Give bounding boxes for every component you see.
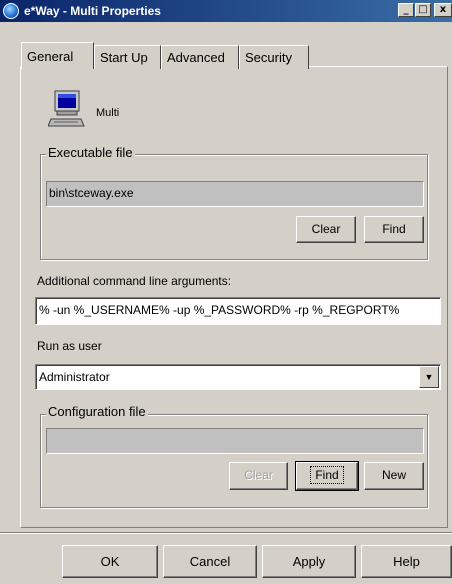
maximize-button[interactable]: □: [415, 3, 431, 17]
footer-divider: [0, 532, 452, 534]
window-title: e*Way - Multi Properties: [24, 4, 161, 18]
ok-button[interactable]: OK: [62, 545, 158, 578]
config-clear-button[interactable]: Clear: [229, 462, 288, 490]
configuration-file-field[interactable]: [46, 428, 424, 454]
title-bar: e*Way - Multi Properties _ □ x: [0, 0, 452, 22]
args-input[interactable]: % -un %_USERNAME% -up %_PASSWORD% -rp %_…: [35, 297, 441, 325]
chevron-down-icon[interactable]: ▼: [419, 366, 439, 388]
tab-start-up-label: Start Up: [100, 50, 148, 65]
config-find-button[interactable]: Find: [295, 461, 359, 491]
help-button[interactable]: Help: [361, 545, 452, 578]
executable-file-title: Executable file: [46, 145, 135, 160]
tab-start-up[interactable]: Start Up: [94, 45, 161, 69]
globe-icon: [3, 3, 19, 19]
cancel-button[interactable]: Cancel: [163, 545, 257, 578]
config-find-label: Find: [310, 466, 344, 484]
minimize-button[interactable]: _: [398, 3, 414, 17]
config-new-button[interactable]: New: [364, 462, 424, 490]
run-as-label: Run as user: [37, 339, 102, 353]
tab-security-label: Security: [245, 50, 292, 65]
computer-icon: [47, 89, 86, 129]
close-button[interactable]: x: [434, 3, 452, 17]
tab-advanced[interactable]: Advanced: [161, 45, 239, 69]
run-as-select[interactable]: Administrator: [35, 364, 441, 390]
executable-file-group: [40, 154, 428, 260]
args-label: Additional command line arguments:: [37, 274, 232, 288]
tab-security[interactable]: Security: [239, 45, 309, 69]
executable-file-field[interactable]: bin\stceway.exe: [46, 181, 424, 207]
component-name: Multi: [96, 107, 120, 119]
executable-find-button[interactable]: Find: [364, 216, 424, 243]
configuration-file-title: Configuration file: [46, 404, 148, 419]
tab-general-label: General: [27, 49, 74, 64]
run-as-value: Administrator: [39, 370, 110, 384]
tab-advanced-label: Advanced: [167, 50, 225, 65]
executable-clear-button[interactable]: Clear: [296, 216, 356, 243]
tab-general[interactable]: General: [21, 42, 94, 69]
apply-button[interactable]: Apply: [262, 545, 356, 578]
